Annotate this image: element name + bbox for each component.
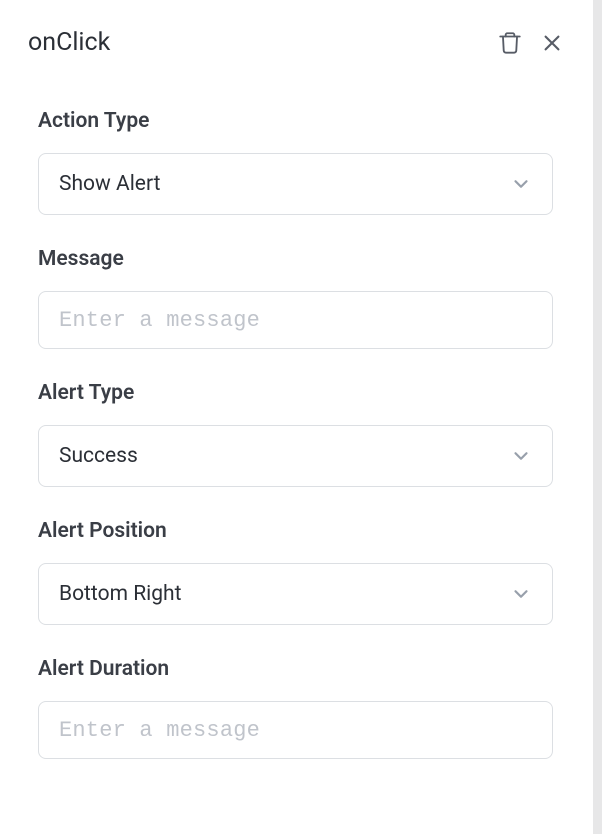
scrollbar-thumb[interactable] <box>595 0 600 834</box>
field-alert-duration: Alert Duration <box>28 657 563 759</box>
select-action-type[interactable]: Show Alert <box>38 153 553 215</box>
scrollbar-track[interactable] <box>593 0 602 834</box>
select-alert-position[interactable]: Bottom Right <box>38 563 553 625</box>
label-message: Message <box>38 247 553 271</box>
panel: onClick Action Type Show Alert <box>0 0 591 834</box>
label-alert-type: Alert Type <box>38 381 553 405</box>
chevron-down-icon <box>510 445 532 467</box>
header-actions <box>497 30 563 56</box>
field-action-type: Action Type Show Alert <box>28 109 563 215</box>
message-input[interactable] <box>38 291 553 349</box>
close-icon[interactable] <box>541 32 563 54</box>
label-alert-duration: Alert Duration <box>38 657 553 681</box>
chevron-down-icon <box>510 583 532 605</box>
trash-icon[interactable] <box>497 30 523 56</box>
page-title: onClick <box>28 28 110 57</box>
panel-header: onClick <box>28 28 563 57</box>
alert-duration-input[interactable] <box>38 701 553 759</box>
label-action-type: Action Type <box>38 109 553 133</box>
select-alert-position-value: Bottom Right <box>59 582 181 606</box>
select-alert-type[interactable]: Success <box>38 425 553 487</box>
label-alert-position: Alert Position <box>38 519 553 543</box>
select-action-type-value: Show Alert <box>59 172 160 196</box>
chevron-down-icon <box>510 173 532 195</box>
select-alert-type-value: Success <box>59 444 138 468</box>
field-message: Message <box>28 247 563 349</box>
field-alert-position: Alert Position Bottom Right <box>28 519 563 625</box>
field-alert-type: Alert Type Success <box>28 381 563 487</box>
